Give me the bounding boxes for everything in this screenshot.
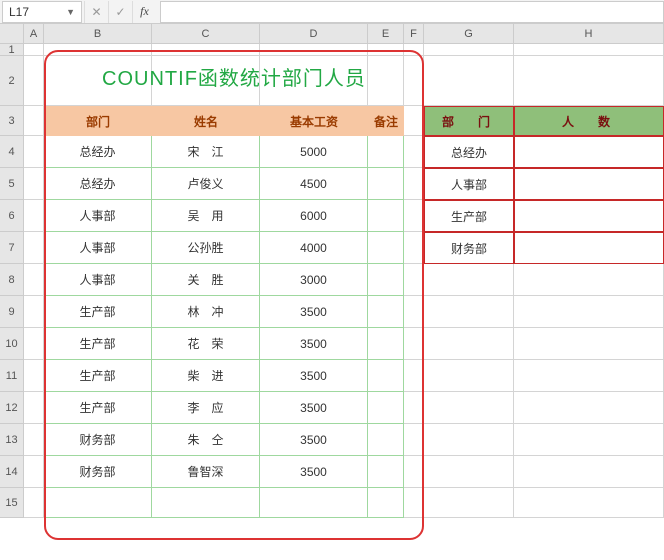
table-cell-dept[interactable]: 总经办 [44, 168, 152, 200]
table-cell-dept[interactable]: 总经办 [44, 136, 152, 168]
table-cell-salary[interactable]: 3500 [260, 456, 368, 488]
table-cell-name[interactable]: 朱 仝 [152, 424, 260, 456]
formula-buttons: ✕ ✓ fx [84, 1, 156, 23]
summary-cell-dept[interactable]: 生产部 [424, 200, 514, 232]
table-cell-dept[interactable]: 人事部 [44, 232, 152, 264]
summary-cell-count[interactable] [514, 200, 664, 232]
table-cell-dept[interactable]: 人事部 [44, 200, 152, 232]
table-cell-note[interactable] [368, 360, 404, 392]
col-header-F[interactable]: F [404, 24, 424, 44]
table-cell-name[interactable]: 林 冲 [152, 296, 260, 328]
col-header-G[interactable]: G [424, 24, 514, 44]
col-header-A[interactable]: A [24, 24, 44, 44]
row-header[interactable]: 5 [0, 168, 24, 200]
table-cell-note[interactable] [368, 264, 404, 296]
row-header[interactable]: 8 [0, 264, 24, 296]
summary-cell-count[interactable] [514, 136, 664, 168]
table-cell-name[interactable]: 卢俊义 [152, 168, 260, 200]
col-header-B[interactable]: B [44, 24, 152, 44]
table-cell-note[interactable] [368, 136, 404, 168]
table-cell-dept[interactable]: 财务部 [44, 456, 152, 488]
table-cell-name[interactable]: 柴 进 [152, 360, 260, 392]
name-box[interactable]: L17 ▼ [2, 1, 82, 23]
formula-input[interactable] [160, 1, 664, 23]
summary-cell-dept[interactable]: 财务部 [424, 232, 514, 264]
table-cell-salary[interactable]: 3000 [260, 264, 368, 296]
row-header[interactable]: 1 [0, 44, 24, 56]
table-cell-name[interactable]: 宋 江 [152, 136, 260, 168]
row-header[interactable]: 4 [0, 136, 24, 168]
chevron-down-icon[interactable]: ▼ [66, 7, 75, 17]
table-cell-name[interactable]: 吴 用 [152, 200, 260, 232]
table-cell-salary[interactable]: 6000 [260, 200, 368, 232]
table-cell-salary[interactable]: 4500 [260, 168, 368, 200]
table-header-name: 姓名 [152, 106, 260, 136]
summary-cell-count[interactable] [514, 232, 664, 264]
row-header[interactable]: 13 [0, 424, 24, 456]
table-cell-salary[interactable]: 5000 [260, 136, 368, 168]
row-header[interactable]: 10 [0, 328, 24, 360]
select-all-corner[interactable] [0, 24, 24, 44]
table-cell-salary[interactable]: 3500 [260, 296, 368, 328]
col-header-E[interactable]: E [368, 24, 404, 44]
table-cell-note[interactable] [368, 296, 404, 328]
table-cell-salary[interactable]: 3500 [260, 360, 368, 392]
table-header-note: 备注 [368, 106, 404, 136]
table-cell-dept[interactable]: 生产部 [44, 296, 152, 328]
table-cell-name[interactable]: 李 应 [152, 392, 260, 424]
table-cell-salary[interactable]: 3500 [260, 328, 368, 360]
table-header-salary: 基本工资 [260, 106, 368, 136]
confirm-icon: ✓ [108, 1, 132, 23]
table-cell-name[interactable]: 关 胜 [152, 264, 260, 296]
fx-icon[interactable]: fx [132, 1, 156, 23]
row-header[interactable]: 3 [0, 106, 24, 136]
formula-bar: L17 ▼ ✕ ✓ fx [0, 0, 664, 24]
row-header[interactable]: 15 [0, 488, 24, 518]
summary-cell-count[interactable] [514, 168, 664, 200]
summary-cell-dept[interactable]: 总经办 [424, 136, 514, 168]
row-header[interactable]: 2 [0, 56, 24, 106]
summary-header-dept: 部 门 [424, 106, 514, 136]
table-header-dept: 部门 [44, 106, 152, 136]
col-header-D[interactable]: D [260, 24, 368, 44]
col-header-H[interactable]: H [514, 24, 664, 44]
table-cell-dept[interactable]: 生产部 [44, 360, 152, 392]
table-cell-name[interactable]: 公孙胜 [152, 232, 260, 264]
table-cell-note[interactable] [368, 392, 404, 424]
table-cell-name[interactable]: 鲁智深 [152, 456, 260, 488]
summary-header-count: 人 数 [514, 106, 664, 136]
row-header[interactable]: 12 [0, 392, 24, 424]
table-cell-dept[interactable]: 人事部 [44, 264, 152, 296]
row-header[interactable]: 14 [0, 456, 24, 488]
col-header-C[interactable]: C [152, 24, 260, 44]
row-header[interactable]: 11 [0, 360, 24, 392]
rows-container: 123部门姓名基本工资备注部 门人 数4总经办宋 江5000总经办5总经办卢俊义… [0, 44, 664, 518]
row-header[interactable]: 6 [0, 200, 24, 232]
table-cell-name[interactable]: 花 荣 [152, 328, 260, 360]
table-cell-note[interactable] [368, 232, 404, 264]
table-cell-salary[interactable]: 3500 [260, 424, 368, 456]
table-cell-dept[interactable]: 生产部 [44, 328, 152, 360]
title: COUNTIF函数统计部门人员 [48, 52, 420, 100]
table-cell-dept[interactable]: 财务部 [44, 424, 152, 456]
worksheet[interactable]: A B C D E F G H 123部门姓名基本工资备注部 门人 数4总经办宋… [0, 24, 664, 560]
table-cell-salary[interactable]: 3500 [260, 392, 368, 424]
table-cell-note[interactable] [368, 424, 404, 456]
table-cell-note[interactable] [368, 200, 404, 232]
table-cell-note[interactable] [368, 168, 404, 200]
cancel-icon: ✕ [84, 1, 108, 23]
table-cell-note[interactable] [368, 456, 404, 488]
row-header[interactable]: 7 [0, 232, 24, 264]
table-cell-salary[interactable]: 4000 [260, 232, 368, 264]
table-cell-note[interactable] [368, 328, 404, 360]
name-box-value: L17 [9, 5, 29, 19]
table-cell-dept[interactable]: 生产部 [44, 392, 152, 424]
row-header[interactable]: 9 [0, 296, 24, 328]
summary-cell-dept[interactable]: 人事部 [424, 168, 514, 200]
